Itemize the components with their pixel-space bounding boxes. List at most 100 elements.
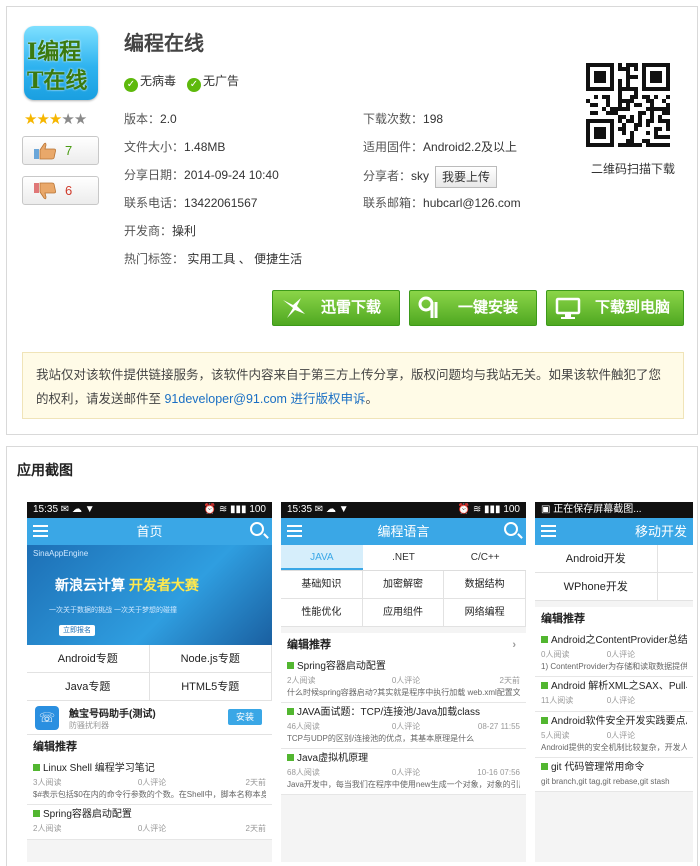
comment-count: 0人评论 — [391, 722, 421, 731]
screenshot-3[interactable]: ▣ 正在保存屏幕截图... 移动开发 Android开发 WPhone开发 编辑… — [535, 502, 693, 862]
category-item: 加密解密 — [362, 571, 445, 599]
banner-button: 立即报名 — [59, 625, 95, 636]
article-title: Spring容器启动配置 — [33, 807, 266, 823]
status-right: ⏰ ≋ ▮▮▮ 100 — [203, 504, 266, 515]
status-bar: 15:35 ✉ ☁ ▼ ⏰ ≋ ▮▮▮ 100 — [281, 502, 526, 518]
tag-link[interactable]: 实用工具 — [187, 252, 235, 266]
topic-item: Java专题 — [27, 673, 150, 701]
date-row: 分享日期：2014-09-24 10:40 — [124, 166, 279, 184]
article-meta: 46人阅读 0人评论 08-27 11:55 — [287, 721, 520, 733]
article-item: JAVA面试题：TCP/连接池/Java加载class 46人阅读 0人评论 08-2… — [281, 703, 526, 749]
size-row: 文件大小：1.48MB — [124, 138, 225, 156]
article-meta: 0人阅读 0人评论 — [541, 649, 687, 661]
developer-row: 开发商：操利 — [124, 222, 196, 240]
firmware-value: Android2.2及以上 — [423, 140, 518, 154]
article-summary: 1) ContentProvider为存储和读取数据提供了统一的接口 Conte… — [541, 662, 687, 671]
dislike-button[interactable]: 6 — [22, 176, 99, 205]
article-item: Spring容器启动配置 2人阅读 0人评论 2天前 什么时候spring容器启动?其实… — [281, 657, 526, 703]
banner-title-a: 新浪云计算 — [55, 577, 129, 593]
app-bar: 移动开发 — [535, 518, 693, 545]
article-item: git 代码管理常用命令 git branch,git tag,git rebas… — [535, 758, 693, 792]
article-time: 2天前 — [499, 676, 520, 685]
firmware-row: 适用固件：Android2.2及以上 — [363, 138, 517, 156]
read-count: 46人阅读 — [287, 722, 320, 731]
article-title: Android软件安全开发实践要点总结 — [541, 714, 687, 730]
like-count: 7 — [65, 143, 73, 158]
section-heading: 编辑推荐 — [27, 735, 272, 759]
banner-subtitle: 一次关于数据的挑战 一次关于梦想的碰撞 — [49, 607, 177, 614]
screenshots-title: 应用截图 — [17, 462, 73, 478]
sharer-value: sky — [411, 169, 430, 183]
badge-label: 无广告 — [203, 74, 240, 88]
topic-item-empty — [657, 573, 693, 601]
upload-button[interactable]: 我要上传 — [435, 165, 498, 188]
app-icon: I编程 T在线 — [24, 26, 98, 100]
banner-logo: SinaAppEngine — [33, 549, 89, 558]
article-summary: Android提供的安全机制比较复杂，开发人员应该对攻击思路和攻击方法有所了解 — [541, 743, 687, 752]
article-item: Spring容器启动配置 2人阅读 0人评论 2天前 — [27, 805, 272, 840]
like-button[interactable]: 7 — [22, 136, 99, 165]
tab-java: JAVA — [281, 545, 363, 570]
comment-count: 0人评论 — [137, 824, 167, 833]
email-value: hubcarl@126.com — [423, 196, 521, 210]
topic-item: Android专题 — [27, 645, 150, 673]
comment-count: 0人评论 — [391, 676, 421, 685]
screenshot-1[interactable]: 15:35 ✉ ☁ ▼ ⏰ ≋ ▮▮▮ 100 首页 SinaAppEngine … — [27, 502, 272, 862]
section-heading-label: 编辑推荐 — [287, 639, 331, 651]
article-title: Linux Shell 编程学习笔记 — [33, 761, 266, 777]
status-bar: 15:35 ✉ ☁ ▼ ⏰ ≋ ▮▮▮ 100 — [27, 502, 272, 518]
date-label: 分享日期： — [124, 168, 185, 182]
tag-link[interactable]: 便捷生活 — [254, 252, 302, 266]
size-label: 文件大小： — [124, 140, 185, 154]
promo-subtitle: 防骚扰利器 — [69, 721, 109, 730]
article-meta: 68人阅读 0人评论 10-16 07:56 — [287, 767, 520, 779]
category-item: 网络编程 — [444, 599, 526, 627]
article-summary: Java开发中，每当我们在程序中使用new生成一个对象，对象的引用存放在栈里，而… — [287, 780, 520, 789]
rating-stars: ★★★★★ — [24, 111, 87, 128]
bird-icon — [283, 298, 305, 318]
phone-label: 联系电话： — [124, 196, 185, 210]
install-91-icon — [418, 296, 438, 318]
one-click-install-button[interactable]: 一键安装 — [409, 290, 537, 326]
tab-cpp: C/C++ — [470, 552, 500, 563]
app-bar-title: 移动开发 — [635, 524, 688, 539]
article-title: Android 解析XML之SAX、Pull、 — [541, 679, 687, 695]
article-summary: git branch,git tag,git rebase,git stash — [541, 777, 670, 786]
article-title: Spring容器启动配置 — [287, 659, 520, 675]
button-label: 下载到电脑 — [595, 299, 671, 316]
xunlei-download-button[interactable]: 迅雷下载 — [272, 290, 400, 326]
section-heading: 编辑推荐 — [535, 607, 693, 631]
version-label: 版本： — [124, 112, 161, 126]
app-bar: 首页 — [27, 518, 272, 545]
size-value: 1.48MB — [184, 140, 226, 154]
read-count: 68人阅读 — [287, 768, 320, 777]
copyright-email-link[interactable]: 91developer@91.com 进行版权申诉 — [164, 392, 365, 406]
article-meta: 11人阅读 0人评论 — [541, 695, 687, 707]
promo-install-button: 安装 — [228, 709, 262, 725]
topic-grid: Android专题 Node.js专题 Java专题 HTML5专题 — [27, 645, 272, 701]
app-detail-panel: I编程 T在线 ★★★★★ 7 6 编程在线 ✓ 无病毒 ✓ 无广告 版本：2.0 … — [6, 6, 698, 435]
tab-dotnet: .NET — [392, 552, 415, 563]
category-item: 性能优化 — [281, 599, 363, 627]
battery-level: 100 — [249, 504, 266, 515]
developer-value: 操利 — [172, 224, 197, 238]
button-label: 迅雷下载 — [321, 299, 382, 316]
chevron-right-icon: › — [512, 639, 516, 651]
status-time: 15:35 — [33, 504, 59, 515]
star-icon: ★ — [36, 111, 50, 128]
screenshot-2[interactable]: 15:35 ✉ ☁ ▼ ⏰ ≋ ▮▮▮ 100 编程语言 JAVA .NET C/… — [281, 502, 526, 862]
star-icon: ★ — [24, 111, 38, 128]
article-list: Android之ContentProvider总结 0人阅读 0人评论 1) Cont… — [535, 631, 693, 792]
download-to-pc-button[interactable]: 下载到电脑 — [546, 290, 684, 326]
read-count: 3人阅读 — [33, 778, 62, 787]
read-count: 11人阅读 — [541, 696, 574, 705]
article-time: 2天前 — [245, 778, 266, 787]
read-count: 2人阅读 — [33, 824, 62, 833]
notice-end: 。 — [365, 392, 378, 406]
article-time: 08-27 11:55 — [477, 722, 520, 731]
article-item: Linux Shell 编程学习笔记 3人阅读 0人评论 2天前 $#表示包括$0在内的… — [27, 759, 272, 805]
category-grid: 基础知识 加密解密 数据结构 性能优化 应用组件 网络编程 — [281, 571, 526, 627]
article-title: JAVA面试题：TCP/连接池/Java加载class — [287, 705, 520, 721]
app-bar-title: 编程语言 — [377, 524, 430, 539]
developer-label: 开发商： — [124, 224, 173, 238]
